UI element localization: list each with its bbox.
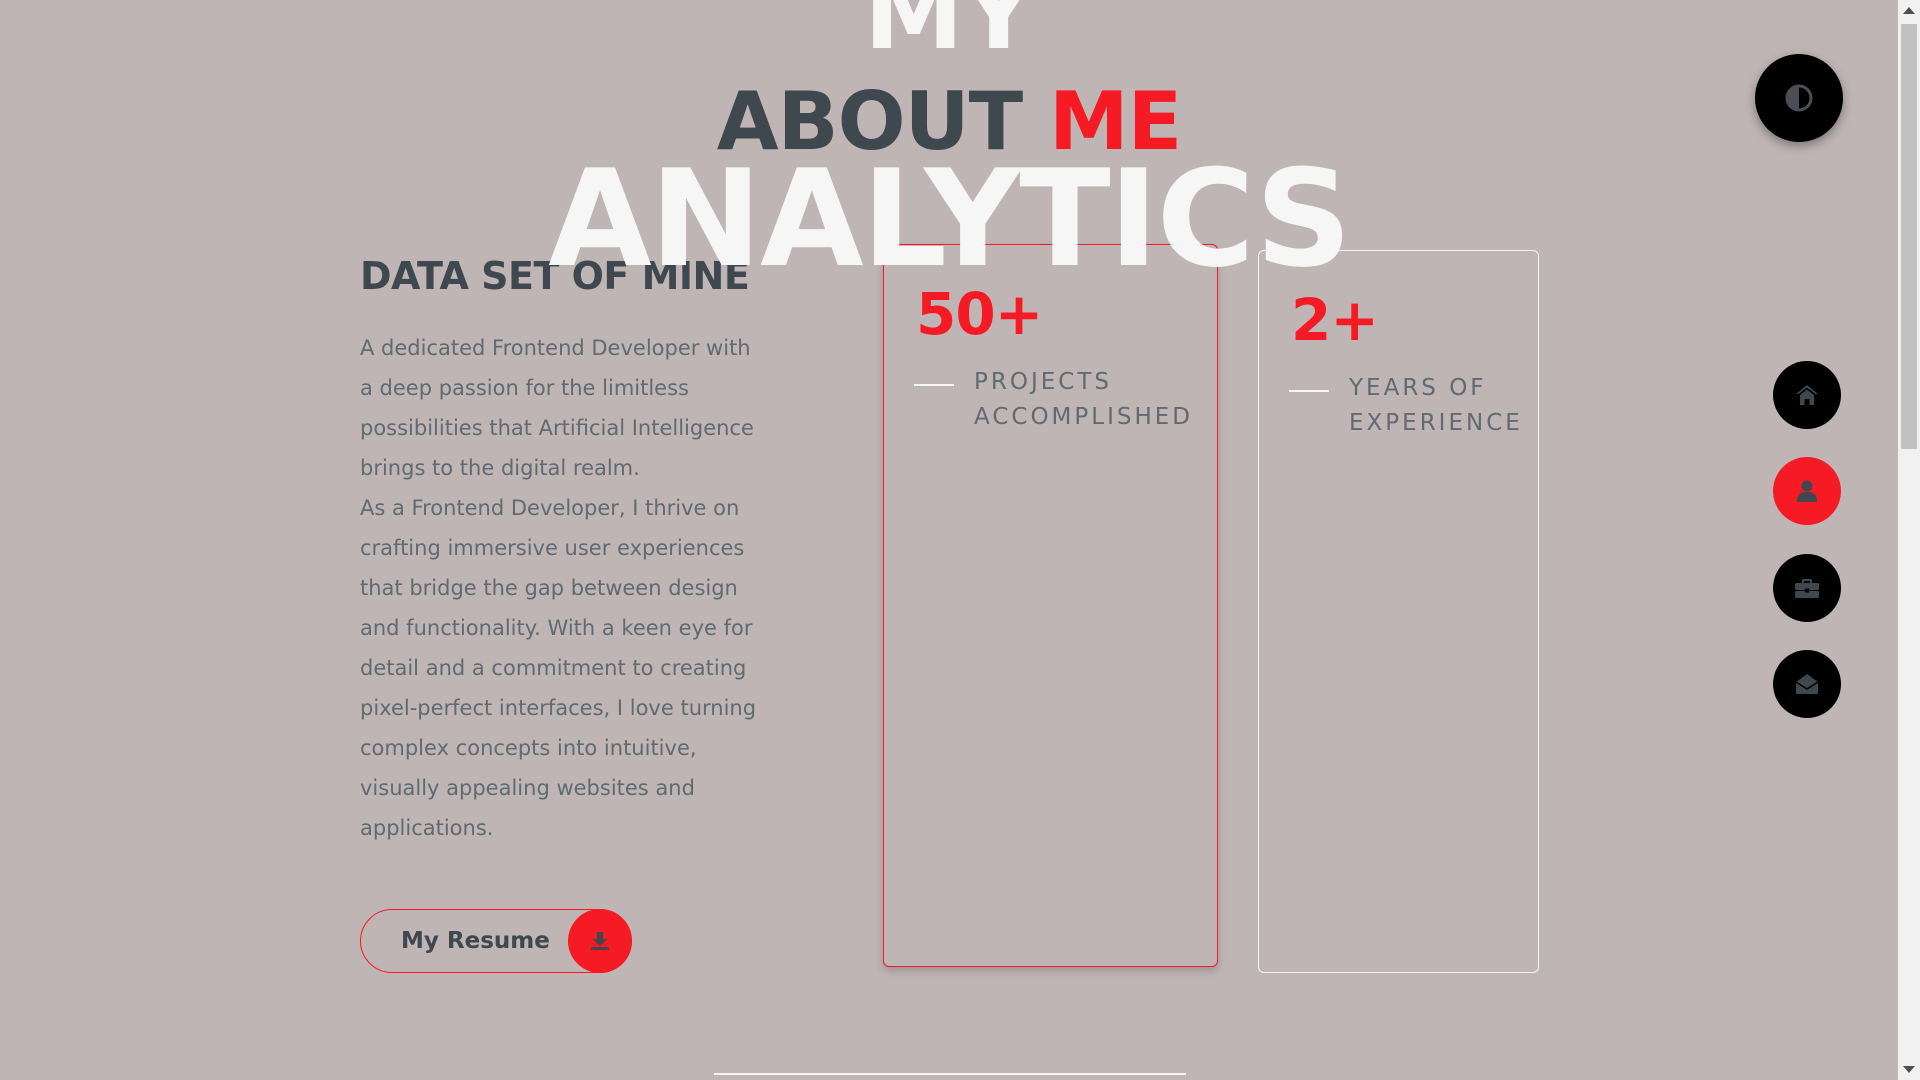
home-icon — [1796, 385, 1818, 405]
download-icon[interactable] — [568, 909, 632, 973]
stat-divider — [914, 384, 954, 386]
stat-value: 2+ — [1291, 286, 1379, 354]
resume-button[interactable]: My Resume — [360, 909, 632, 973]
section-divider — [714, 1073, 1186, 1075]
scroll-up-arrow-icon[interactable] — [1903, 7, 1915, 14]
nav-portfolio-button[interactable] — [1773, 554, 1841, 622]
nav-about-button[interactable] — [1773, 457, 1841, 525]
stat-card-projects: 50+ PROJECTS ACCOMPLISHED — [883, 244, 1218, 967]
background-word-analytics: ANALYTICS — [548, 141, 1352, 297]
stat-label: YEARS OF EXPERIENCE — [1349, 375, 1523, 436]
scrollbar-thumb[interactable] — [1901, 24, 1917, 449]
scroll-down-arrow-icon[interactable] — [1903, 1066, 1915, 1073]
bio-paragraph-1: A dedicated Frontend Developer with a de… — [360, 336, 754, 480]
resume-button-label: My Resume — [401, 928, 550, 954]
half-circle-contrast-icon — [1785, 84, 1813, 112]
nav-contact-button[interactable] — [1773, 650, 1841, 718]
bio-text: A dedicated Frontend Developer with a de… — [360, 328, 770, 848]
stat-card-experience: 2+ YEARS OF EXPERIENCE — [1258, 250, 1539, 973]
stat-label: PROJECTS ACCOMPLISHED — [974, 369, 1194, 430]
background-word-my: MY — [864, 0, 1035, 72]
bio-paragraph-2: As a Frontend Developer, I thrive on cra… — [360, 496, 757, 840]
briefcase-icon — [1795, 579, 1819, 598]
envelope-open-icon — [1795, 674, 1819, 694]
page-scrollbar[interactable] — [1898, 0, 1920, 1080]
user-icon — [1797, 480, 1817, 502]
theme-toggle-button[interactable] — [1755, 54, 1843, 142]
stat-divider — [1289, 390, 1329, 392]
about-text-column: DATA SET OF MINE A dedicated Frontend De… — [360, 254, 770, 848]
nav-home-button[interactable] — [1773, 361, 1841, 429]
